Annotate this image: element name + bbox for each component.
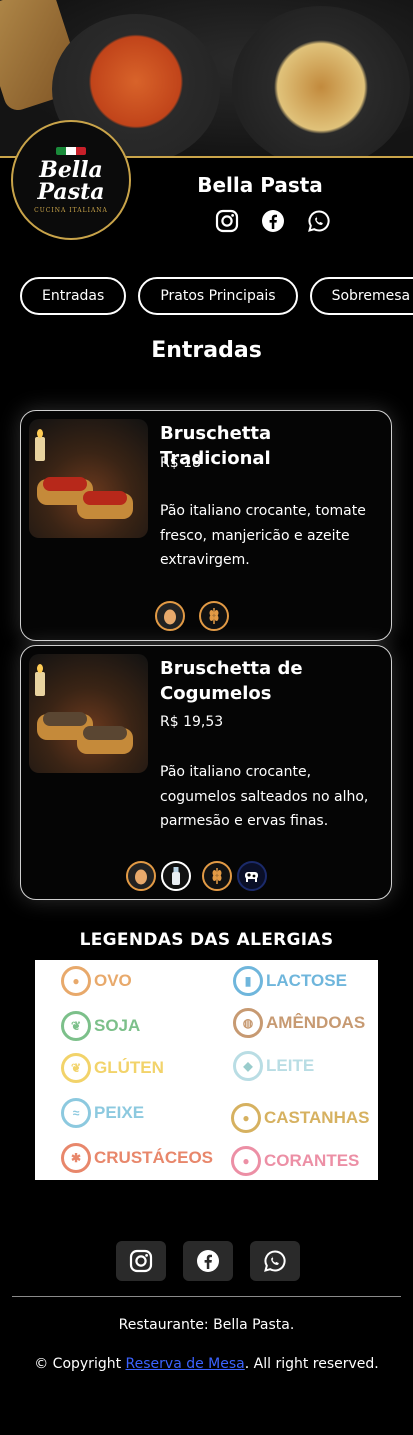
- dish-price: R$ 18: [160, 455, 201, 471]
- legend-item: ❦ SOJA: [61, 1011, 140, 1041]
- footer-divider: [12, 1296, 401, 1297]
- allergen-list: [126, 861, 267, 891]
- egg-icon: [126, 861, 156, 891]
- social-links-top: [214, 208, 332, 234]
- allergen-list: [155, 601, 229, 631]
- legend-title: LEGENDAS DAS ALERGIAS: [79, 930, 334, 950]
- tab-pratos-principais[interactable]: Pratos Principais: [138, 277, 298, 315]
- allergen-legend: ● OVO ▮ LACTOSE ❦ SOJA ◍ AMÊNDOAS ❦ GLÚT…: [35, 960, 378, 1180]
- wheat-icon: [202, 861, 232, 891]
- wheat-icon: [199, 601, 229, 631]
- logo-line2: Pasta: [37, 178, 105, 205]
- legend-item: ◍ AMÊNDOAS: [233, 1008, 365, 1038]
- italy-flag-icon: [56, 146, 86, 155]
- legend-item: ● OVO: [61, 966, 132, 996]
- instagram-icon[interactable]: [214, 208, 240, 234]
- dish-card[interactable]: Bruschetta de Cogumelos R$ 19,53 Pão ita…: [20, 645, 392, 900]
- legend-item: ❦ GLÚTEN: [61, 1053, 164, 1083]
- logo-line1: Bella: [39, 156, 103, 183]
- section-title: Entradas: [151, 338, 262, 363]
- copyright-text: © Copyright Reserva de Mesa. All right r…: [34, 1356, 379, 1372]
- reserva-de-mesa-link[interactable]: Reserva de Mesa: [126, 1356, 245, 1372]
- brand-title: Bella Pasta: [197, 173, 323, 197]
- tab-sobremesa[interactable]: Sobremesa: [309, 277, 413, 315]
- milk-bottle-icon: [161, 861, 191, 891]
- fish-icon: ≈: [61, 1098, 91, 1128]
- dish-image: [29, 419, 148, 538]
- legend-item: ● CORANTES: [231, 1146, 359, 1176]
- tab-entradas[interactable]: Entradas: [20, 277, 127, 315]
- egg-icon: [155, 601, 185, 631]
- dish-name: Bruschetta de Cogumelos: [160, 658, 303, 704]
- whatsapp-icon: [264, 1250, 286, 1272]
- instagram-icon: [129, 1249, 153, 1273]
- instagram-button[interactable]: [116, 1241, 166, 1281]
- nut-icon: ●: [231, 1103, 261, 1133]
- soy-icon: ❦: [61, 1011, 91, 1041]
- facebook-icon[interactable]: [260, 208, 286, 234]
- restaurant-name-text: Restaurante: Bella Pasta.: [118, 1317, 295, 1333]
- legend-item: ◆ LEITE: [233, 1051, 314, 1081]
- dish-price: R$ 19,53: [160, 714, 224, 730]
- cow-icon: ◆: [233, 1051, 263, 1081]
- fettuccine-plate-image: [232, 6, 410, 158]
- restaurant-logo: Bella Pasta CUCINA ITALIANA: [11, 120, 131, 240]
- facebook-button[interactable]: [183, 1241, 233, 1281]
- legend-item: ✱ CRUSTÁCEOS: [61, 1143, 213, 1173]
- dish-image: [29, 654, 148, 773]
- crab-icon: ✱: [61, 1143, 91, 1173]
- legend-item: ≈ PEIXE: [61, 1098, 144, 1128]
- cow-icon: [237, 861, 267, 891]
- logo-tagline: CUCINA ITALIANA: [34, 206, 108, 214]
- whatsapp-button[interactable]: [250, 1241, 300, 1281]
- legend-item: ▮ LACTOSE: [233, 966, 347, 996]
- drop-icon: ●: [231, 1146, 261, 1176]
- wheat-icon: ❦: [61, 1053, 91, 1083]
- facebook-icon: [197, 1250, 219, 1272]
- dish-card[interactable]: Bruschetta Tradicional R$ 18 Pão italian…: [20, 410, 392, 641]
- milk-bottle-icon: ▮: [233, 966, 263, 996]
- egg-icon: ●: [61, 966, 91, 996]
- almond-icon: ◍: [233, 1008, 263, 1038]
- legend-item: ● CASTANHAS: [231, 1103, 369, 1133]
- whatsapp-icon[interactable]: [306, 208, 332, 234]
- dish-description: Pão italiano crocante, tomate fresco, ma…: [160, 503, 366, 568]
- category-tabs: Entradas Pratos Principais Sobremesa: [20, 277, 413, 315]
- social-links-footer: [116, 1241, 300, 1281]
- dish-description: Pão italiano crocante, cogumelos saltead…: [160, 764, 369, 829]
